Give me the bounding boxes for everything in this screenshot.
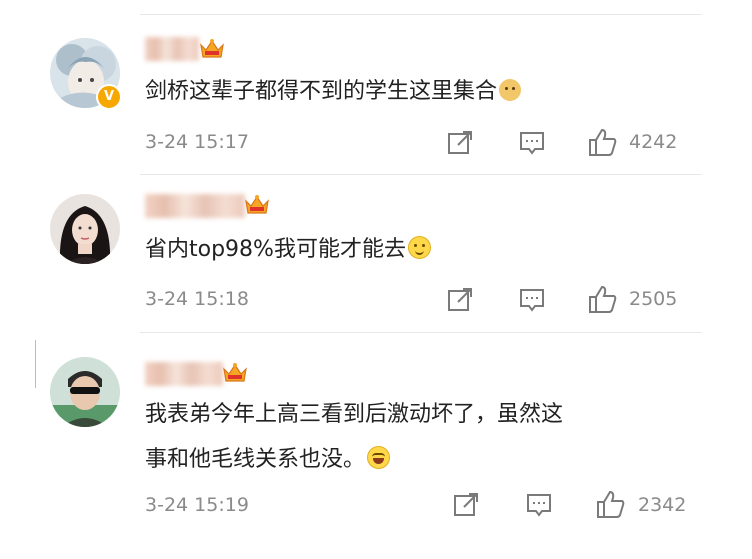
like-count: 2342 (638, 494, 687, 516)
comment-text: 我表弟今年上高三看到后激动坏了，虽然这 事和他毛线关系也没。 (145, 392, 563, 482)
scroll-indicator (35, 340, 36, 388)
share-icon[interactable] (447, 130, 473, 156)
top-divider (140, 14, 702, 15)
comment-timestamp: 3-24 15:19 (145, 494, 249, 516)
crown-badge-icon (245, 195, 269, 214)
comment-text-line: 我表弟今年上高三看到后激动坏了，虽然这 (145, 402, 564, 427)
verified-badge: V (96, 84, 122, 110)
avatar[interactable] (50, 357, 120, 427)
username-blurred[interactable] (145, 194, 245, 218)
share-icon[interactable] (447, 287, 473, 313)
smile-emoji (407, 236, 431, 259)
like-count: 2505 (629, 288, 678, 310)
comment-text-line: 事和他毛线关系也没。 (145, 437, 563, 482)
thumbs-up-icon[interactable] (596, 489, 626, 519)
username-blurred[interactable] (145, 37, 199, 61)
doge-emoji (499, 79, 522, 101)
comment-icon[interactable] (519, 130, 545, 156)
comment-timestamp: 3-24 15:18 (145, 288, 249, 310)
crown-badge-icon (200, 39, 224, 58)
comment-icon[interactable] (526, 492, 552, 518)
thumbs-up-icon[interactable] (588, 284, 618, 314)
username-blurred[interactable] (145, 362, 223, 386)
thumbs-up-icon[interactable] (588, 127, 618, 157)
laugh-cry-emoji (367, 446, 391, 469)
comment-divider (140, 174, 702, 175)
comment-timestamp: 3-24 15:17 (145, 131, 249, 153)
comment-icon[interactable] (519, 287, 545, 313)
avatar[interactable] (50, 194, 120, 264)
comment-text: 省内top98%我可能才能去 (145, 227, 431, 272)
comment-divider (140, 332, 702, 333)
like-count: 4242 (629, 131, 678, 153)
crown-badge-icon (223, 363, 247, 382)
comment-text: 剑桥这辈子都得不到的学生这里集合 (145, 69, 522, 114)
share-icon[interactable] (453, 492, 479, 518)
